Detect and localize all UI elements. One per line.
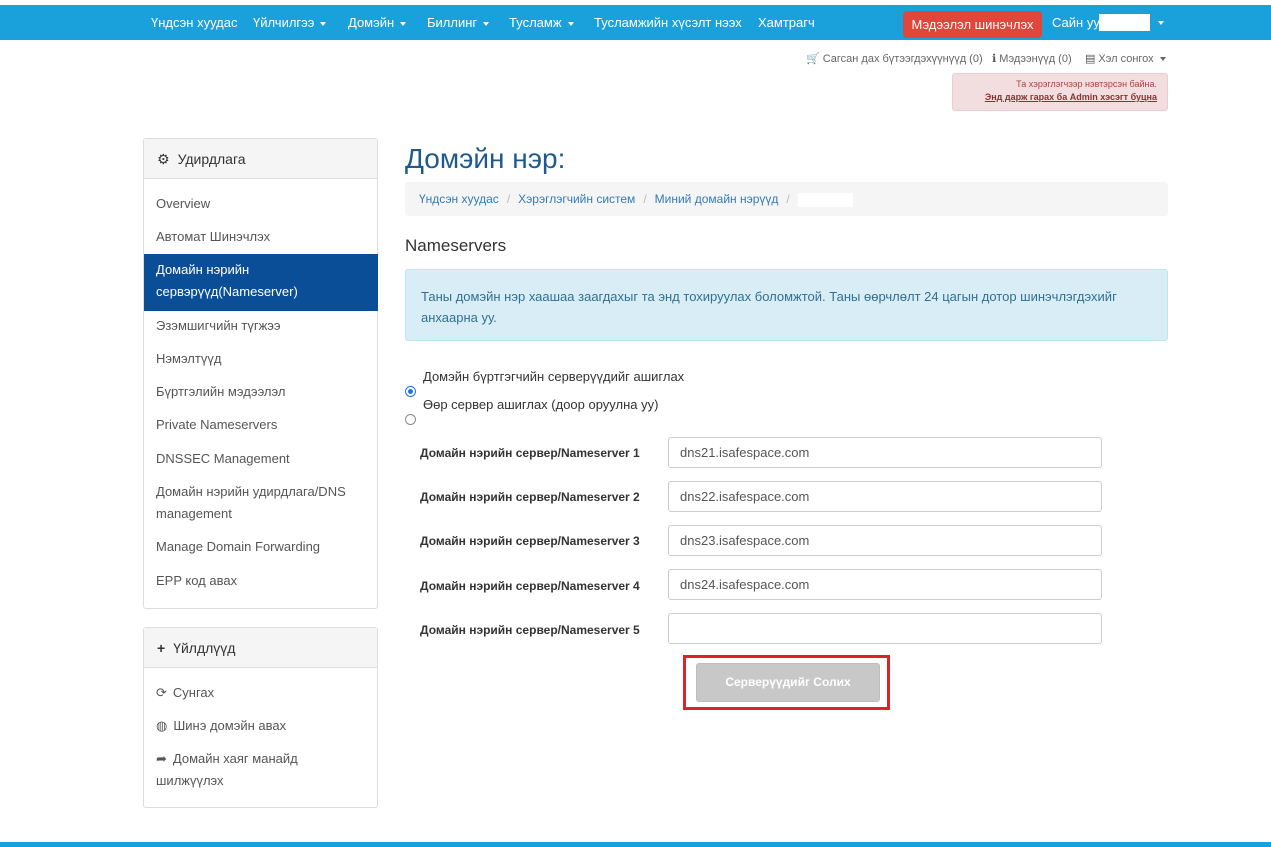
radio-custom-label[interactable]: Өөр сервер ашиглах (доор оруулна уу) [423, 397, 658, 412]
language-icon: ▤ [1085, 53, 1096, 65]
chevron-down-icon [567, 21, 574, 26]
radio-custom-nameservers[interactable] [405, 414, 416, 425]
action-transfer-label: Домайн хаяг манайд шилжүүлэх [156, 751, 298, 788]
sidebar-item-overview[interactable]: Overview [144, 193, 377, 215]
nameserver-5-label: Домайн нэрийн сервер/Nameserver 5 [420, 623, 640, 637]
info-icon: ℹ [992, 53, 997, 65]
greeting-text[interactable]: Сайн уу, [1052, 5, 1102, 40]
nameserver-1-input[interactable] [668, 437, 1102, 468]
nameserver-4-label: Домайн нэрийн сервер/Nameserver 4 [420, 579, 640, 593]
nameserver-5-input[interactable] [668, 613, 1102, 644]
page-title: Домэйн нэр: [405, 143, 566, 174]
nameserver-2-input[interactable] [668, 481, 1102, 512]
chevron-down-icon [320, 21, 327, 26]
change-nameservers-button[interactable]: Серверүүдийг Солих [696, 663, 880, 702]
top-navbar: Үндсэн хуудас Үйлчилгээ Домэйн Биллинг Т… [0, 5, 1271, 40]
sidebar-item-auto-renew[interactable]: Автомат Шинэчлэх [144, 226, 377, 248]
action-renew[interactable]: ⟳ Сунгах [144, 682, 377, 704]
sidebar-item-dnssec[interactable]: DNSSEC Management [144, 448, 377, 470]
cart-link[interactable]: 🛒 Сагсан дах бүтээгдэхүүнүүд (0) [806, 52, 983, 65]
action-transfer-domain[interactable]: ➦ Домайн хаяг манайд шилжүүлэх [144, 748, 364, 792]
breadcrumb-home[interactable]: Үндсэн хуудас [419, 192, 499, 206]
share-arrow-icon: ➦ [156, 751, 167, 766]
nav-open-ticket[interactable]: Тусламжийн хүсэлт нээх [594, 5, 742, 40]
cart-icon: 🛒 [806, 53, 820, 65]
radio-default-label[interactable]: Домэйн бүртгэгчийн серверүүдийг ашиглах [423, 369, 684, 384]
actions-title: Үйлдлүүд [173, 640, 236, 656]
language-selector[interactable]: ▤ Хэл сонгох [1085, 52, 1166, 65]
nameserver-4-input[interactable] [668, 569, 1102, 600]
manage-panel: ⚙ Удирдлага Overview Автомат Шинэчлэх Дом… [143, 138, 378, 609]
redacted-domain [797, 192, 853, 207]
notifications-label: Мэдээнүүд (0) [999, 53, 1072, 65]
manage-panel-header: ⚙ Удирдлага [144, 139, 377, 179]
radio-default-nameservers[interactable] [405, 386, 416, 397]
action-register-domain[interactable]: ◍ Шинэ домэйн авах [144, 715, 377, 737]
action-register-label: Шинэ домэйн авах [173, 718, 287, 733]
breadcrumb: Үндсэн хуудас / Хэрэглэгчийн систем / Миний … [405, 182, 1168, 216]
chevron-down-icon [483, 21, 490, 26]
sidebar-item-contact-info[interactable]: Бүртгэлийн мэдээлэл [144, 381, 377, 403]
breadcrumb-separator: / [506, 192, 511, 206]
nav-services-label: Үйлчилгээ [253, 15, 315, 30]
actions-panel: + Үйлдлүүд ⟳ Сунгах ◍ Шинэ домэйн авах ➦ Дом… [143, 627, 378, 808]
sidebar-item-dns-management[interactable]: Домайн нэрийн удирдлага/DNS management [144, 481, 364, 525]
gear-icon: ⚙ [157, 151, 170, 167]
nav-billing[interactable]: Биллинг [427, 5, 490, 40]
breadcrumb-separator: / [786, 192, 790, 206]
redacted-username [1099, 14, 1150, 31]
refresh-icon: ⟳ [156, 685, 167, 700]
nav-domains-label: Домэйн [348, 15, 395, 30]
footer-bar [0, 842, 1271, 847]
nav-affiliates[interactable]: Хамтрагч [758, 5, 815, 40]
sidebar-item-registrar-lock[interactable]: Эзэмшигчийн түгжээ [144, 315, 377, 337]
update-info-button[interactable]: Мэдээлэл шинэчлэх [903, 11, 1042, 38]
chevron-down-icon [400, 21, 407, 26]
globe-icon: ◍ [156, 718, 168, 733]
sidebar-item-nameservers[interactable]: Домайн нэрийн сервэрүүд(Nameserver) [144, 254, 378, 311]
chevron-down-icon[interactable] [1158, 21, 1164, 25]
breadcrumb-my-domains[interactable]: Миний домайн нэрүүд [655, 192, 779, 206]
nav-billing-label: Биллинг [427, 15, 478, 30]
admin-masquerade-alert: Та хэрэглэгчээр нэвтэрсэн байна. Энд дар… [952, 73, 1168, 111]
nav-support-label: Тусламж [509, 15, 562, 30]
action-renew-label: Сунгах [172, 685, 215, 700]
sidebar-item-domain-forwarding[interactable]: Manage Domain Forwarding [144, 536, 377, 558]
breadcrumb-client-area[interactable]: Хэрэглэгчийн систем [518, 192, 635, 206]
language-label: Хэл сонгох [1098, 53, 1154, 65]
chevron-down-icon [1159, 57, 1166, 62]
nav-domains[interactable]: Домэйн [348, 5, 407, 40]
nav-support[interactable]: Тусламж [509, 5, 574, 40]
return-to-admin-link[interactable]: Энд дарж гарах ба Admin хэсэгт буцна [963, 92, 1157, 102]
nameserver-3-label: Домайн нэрийн сервер/Nameserver 3 [420, 534, 640, 548]
plus-icon: + [157, 640, 166, 656]
nameserver-3-input[interactable] [668, 525, 1102, 556]
breadcrumb-separator: / [643, 192, 647, 206]
nameserver-1-label: Домайн нэрийн сервер/Nameserver 1 [420, 446, 640, 460]
section-title: Nameservers [405, 236, 507, 255]
info-alert: Таны домэйн нэр хаашаа заагдахыг та энд … [405, 269, 1168, 341]
actions-panel-header: + Үйлдлүүд [144, 628, 377, 668]
highlight-box: Серверүүдийг Солих [683, 655, 890, 710]
sidebar-item-addons[interactable]: Нэмэлтүүд [144, 348, 377, 370]
sidebar-item-epp-code[interactable]: EPP код авах [144, 570, 377, 592]
notifications-link[interactable]: ℹ Мэдээнүүд (0) [992, 52, 1072, 65]
manage-title: Удирдлага [177, 151, 246, 167]
nav-services[interactable]: Үйлчилгээ [253, 5, 327, 40]
alert-message: Та хэрэглэгчээр нэвтэрсэн байна. [1016, 79, 1157, 89]
nameserver-2-label: Домайн нэрийн сервер/Nameserver 2 [420, 490, 640, 504]
sidebar-item-private-nameservers[interactable]: Private Nameservers [144, 414, 377, 436]
nav-home[interactable]: Үндсэн хуудас [151, 5, 237, 40]
cart-label: Сагсан дах бүтээгдэхүүнүүд (0) [822, 53, 983, 65]
